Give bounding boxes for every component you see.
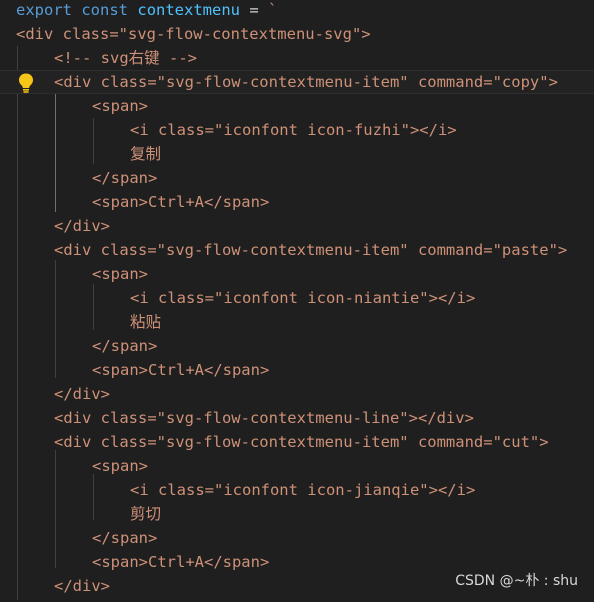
code-line[interactable]: </span> bbox=[0, 334, 594, 358]
code-text: <div class="svg-flow-contextmenu-line"><… bbox=[54, 409, 474, 427]
code-comment: <!-- svg右键 --> bbox=[54, 49, 197, 67]
code-text: <div class="svg-flow-contextmenu-item" c… bbox=[54, 433, 549, 451]
code-line[interactable]: 剪切 bbox=[0, 502, 594, 526]
code-text: <div class="svg-flow-contextmenu-item" c… bbox=[54, 73, 558, 91]
code-text: </span> bbox=[92, 337, 158, 355]
code-text: <span> bbox=[92, 457, 148, 475]
code-line-current[interactable]: <div class="svg-flow-contextmenu-item" c… bbox=[0, 70, 594, 94]
code-text: <span>Ctrl+A</span> bbox=[92, 553, 270, 571]
lightbulb-icon[interactable] bbox=[17, 72, 35, 94]
code-line[interactable]: </span> bbox=[0, 166, 594, 190]
assignment-operator: = bbox=[240, 1, 269, 19]
code-text: <div class="svg-flow-contextmenu-item" c… bbox=[54, 241, 568, 259]
code-line[interactable]: <div class="svg-flow-contextmenu-line"><… bbox=[0, 406, 594, 430]
code-text: 剪切 bbox=[130, 505, 162, 523]
code-line[interactable]: <span>Ctrl+A</span> bbox=[0, 190, 594, 214]
code-line[interactable]: <span> bbox=[0, 262, 594, 286]
code-line[interactable]: <i class="iconfont icon-niantie"></i> bbox=[0, 286, 594, 310]
code-line[interactable]: </div> bbox=[0, 382, 594, 406]
code-line[interactable]: <span> bbox=[0, 94, 594, 118]
code-line[interactable]: </div> bbox=[0, 214, 594, 238]
code-text: <span>Ctrl+A</span> bbox=[92, 193, 270, 211]
code-text: <i class="iconfont icon-jianqie"></i> bbox=[130, 481, 476, 499]
code-text: <i class="iconfont icon-niantie"></i> bbox=[130, 289, 476, 307]
code-line[interactable]: <span> bbox=[0, 454, 594, 478]
code-text: </span> bbox=[92, 169, 158, 187]
variable-name: contextmenu bbox=[137, 1, 241, 19]
code-text: </div> bbox=[54, 577, 110, 595]
code-line[interactable]: <div class="svg-flow-contextmenu-item" c… bbox=[0, 430, 594, 454]
code-line[interactable]: <span>Ctrl+A</span> bbox=[0, 358, 594, 382]
code-line[interactable]: <i class="iconfont icon-fuzhi"></i> bbox=[0, 118, 594, 142]
code-line[interactable]: 复制 bbox=[0, 142, 594, 166]
code-line[interactable]: <!-- svg右键 --> bbox=[0, 46, 594, 70]
code-text: </div> bbox=[54, 217, 110, 235]
code-editor[interactable]: export const contextmenu = ` <div class=… bbox=[0, 0, 594, 602]
code-line[interactable]: 粘贴 bbox=[0, 310, 594, 334]
code-text: <span> bbox=[92, 97, 148, 115]
code-line[interactable]: <div class="svg-flow-contextmenu-item" c… bbox=[0, 238, 594, 262]
code-line[interactable]: export const contextmenu = ` bbox=[0, 0, 594, 22]
code-text: </div> bbox=[54, 385, 110, 403]
code-text: <i class="iconfont icon-fuzhi"></i> bbox=[130, 121, 457, 139]
code-text: <div class="svg-flow-contextmenu-svg"> bbox=[16, 25, 371, 43]
keyword-const: const bbox=[81, 1, 129, 19]
keyword-export: export bbox=[16, 1, 72, 19]
code-text: 粘贴 bbox=[130, 313, 162, 331]
code-text: </span> bbox=[92, 529, 158, 547]
code-text: <span> bbox=[92, 265, 148, 283]
code-line[interactable]: </span> bbox=[0, 526, 594, 550]
template-backtick: ` bbox=[268, 1, 278, 19]
watermark-text: CSDN @~朴 : shu bbox=[455, 573, 578, 589]
code-line[interactable]: <i class="iconfont icon-jianqie"></i> bbox=[0, 478, 594, 502]
code-text: <span>Ctrl+A</span> bbox=[92, 361, 270, 379]
code-text: 复制 bbox=[130, 145, 162, 163]
code-line[interactable]: <div class="svg-flow-contextmenu-svg"> bbox=[0, 22, 594, 46]
